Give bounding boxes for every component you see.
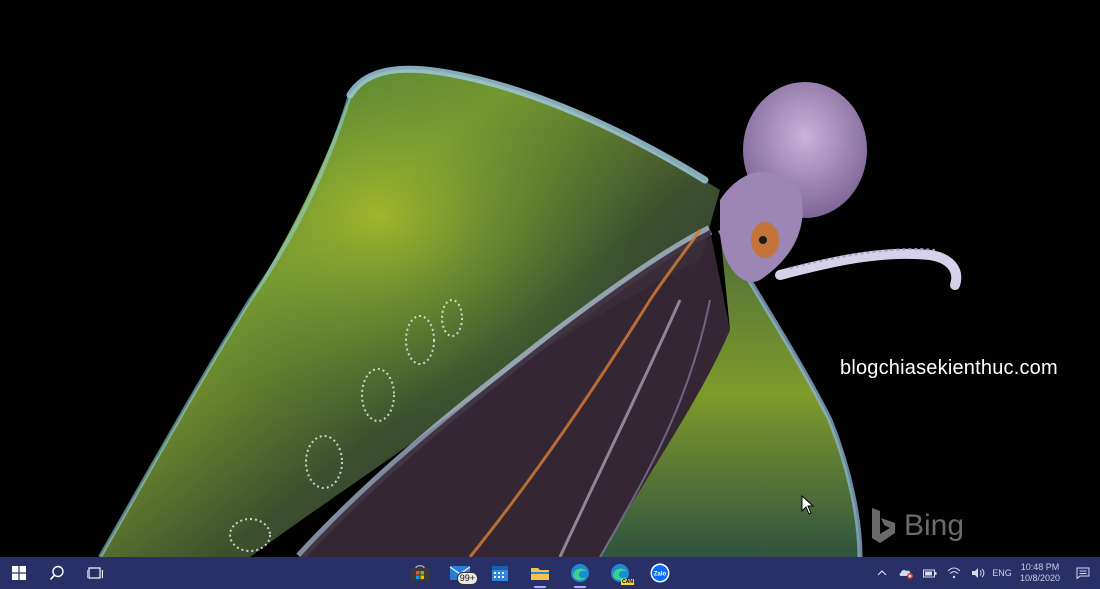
tray-overflow-button[interactable] — [870, 557, 894, 589]
desktop: blogchiasekienthuc.com Bing 99+ CAN Zalo… — [0, 0, 1100, 589]
search-icon — [49, 565, 64, 581]
running-indicator — [534, 586, 546, 588]
battery-icon — [922, 569, 937, 577]
taskbar-app-calendar[interactable] — [480, 557, 520, 589]
windows-logo-icon — [12, 566, 26, 580]
taskbar-app-zalo[interactable]: Zalo — [640, 557, 680, 589]
wifi-icon — [947, 567, 961, 579]
calendar-icon — [492, 566, 508, 581]
bing-text: Bing — [904, 509, 965, 542]
folder-icon — [531, 568, 549, 580]
tray-battery-button[interactable] — [918, 557, 942, 589]
tray-network-button[interactable] — [942, 557, 966, 589]
mail-unread-badge: 99+ — [456, 572, 478, 585]
task-view-button[interactable] — [76, 557, 114, 589]
mouse-pointer-icon — [801, 495, 815, 515]
taskbar-left-group — [0, 557, 114, 589]
bing-logo: Bing — [868, 504, 978, 548]
system-tray: ENG 10:48 PM 10/8/2020 — [870, 557, 1100, 589]
taskbar-app-file-explorer[interactable] — [520, 557, 560, 589]
store-icon — [411, 565, 429, 581]
bing-b-icon — [872, 508, 895, 543]
taskbar: 99+ CAN Zalo ENG 10:48 PM 10/8/2020 — [0, 557, 1100, 589]
taskbar-app-microsoft-store[interactable] — [400, 557, 440, 589]
tray-volume-button[interactable] — [966, 557, 990, 589]
zalo-label: Zalo — [654, 572, 667, 578]
watermark-site-text: blogchiasekienthuc.com — [840, 357, 1058, 379]
tray-language-button[interactable]: ENG — [990, 557, 1014, 589]
task-view-icon — [87, 567, 103, 579]
wallpaper-octopus-image — [98, 65, 962, 557]
onedrive-error-icon — [899, 569, 913, 579]
clock-date: 10/8/2020 — [1019, 573, 1060, 583]
notification-icon — [1076, 567, 1090, 579]
chevron-up-icon — [877, 570, 887, 576]
running-indicator — [574, 586, 586, 588]
start-button[interactable] — [0, 557, 38, 589]
zalo-icon: Zalo — [650, 563, 670, 583]
tray-clock[interactable]: 10:48 PM 10/8/2020 — [1014, 557, 1066, 589]
taskbar-apps: 99+ CAN Zalo — [400, 557, 680, 589]
taskbar-app-microsoft-edge-canary[interactable]: CAN — [600, 557, 640, 589]
taskbar-app-mail[interactable]: 99+ — [440, 557, 480, 589]
tray-onedrive-button[interactable] — [894, 557, 918, 589]
edge-icon — [571, 564, 589, 582]
clock-time: 10:48 PM — [1020, 562, 1060, 572]
volume-icon — [971, 568, 985, 578]
taskbar-app-microsoft-edge[interactable] — [560, 557, 600, 589]
canary-badge: CAN — [621, 579, 634, 585]
action-center-button[interactable] — [1066, 557, 1100, 589]
search-button[interactable] — [38, 557, 76, 589]
